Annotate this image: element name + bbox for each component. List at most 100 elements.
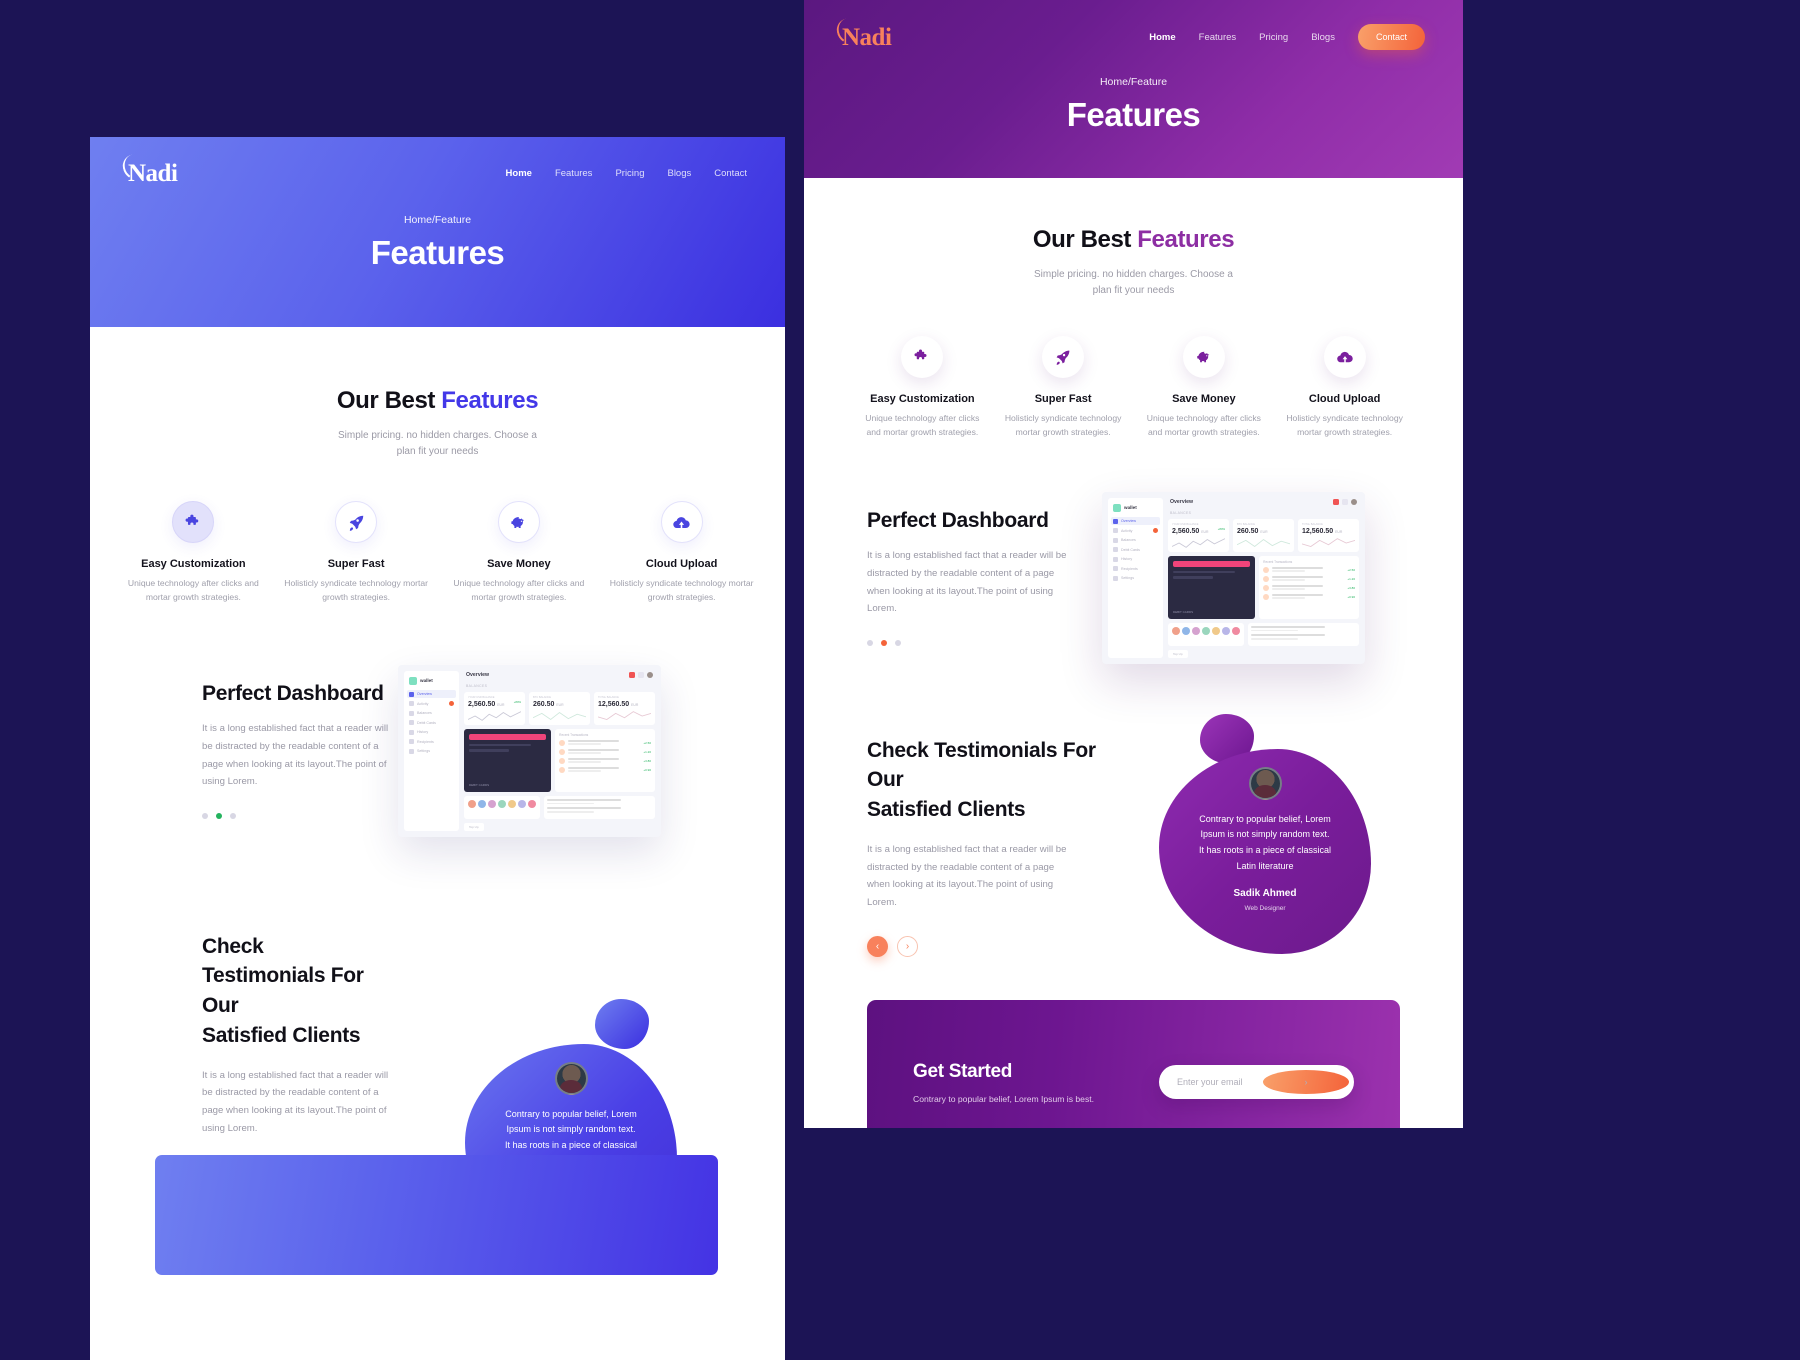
dashboard-mockup: wallet Overview Activity Balances Debit … — [398, 664, 661, 837]
balance-caption: BTC BALANCE — [533, 695, 552, 699]
testimonial-author: Sadik Ahmed — [1233, 887, 1297, 899]
avatar — [1263, 584, 1270, 591]
dashboard-section-blue: Perfect Dashboard It is a long establish… — [90, 605, 785, 837]
mockup-topbar: Overview — [1168, 498, 1359, 507]
features-heading-blue: Our Best Features Simple pricing. no hid… — [90, 327, 785, 459]
debit-cards-label: DEBIT CARDS — [469, 783, 490, 788]
nav-item-features[interactable]: Features — [555, 168, 593, 179]
nav-item-home[interactable]: Home — [1149, 32, 1175, 43]
mockup-nav-overview[interactable]: Overview — [1111, 517, 1160, 525]
testimonial-prev-button[interactable]: ‹ — [867, 935, 888, 957]
feature-card-save-money[interactable]: Save Money Unique technology after click… — [1134, 336, 1275, 440]
mockup-nav-recipients[interactable]: Recipients — [409, 739, 454, 744]
carousel-dot-active[interactable] — [216, 812, 222, 819]
mockup-nav-history[interactable]: History — [1113, 556, 1158, 562]
contact-button[interactable]: Contact — [1357, 24, 1425, 50]
feature-desc: Unique technology after clicks and morta… — [453, 578, 585, 602]
testimonial-title: Check Testimonials For Our Satisfied Cli… — [202, 934, 364, 1047]
feature-card-super-fast[interactable]: Super Fast Holisticly syndicate technolo… — [275, 501, 438, 605]
mockup-nav-history[interactable]: History — [409, 729, 454, 735]
page-title: Features — [1066, 96, 1201, 133]
balance-value: 12,560.50 EUR — [598, 700, 639, 708]
nav-links-blue: Home Features Pricing Blogs Contact — [506, 168, 747, 179]
feature-card-easy-customization[interactable]: Easy Customization Unique technology aft… — [112, 501, 275, 605]
testimonial-copy: Check Testimonials For Our Satisfied Cli… — [90, 932, 390, 1183]
mockup-footer: Top Up — [464, 822, 655, 831]
dashboard-mockup: wallet Overview Activity Balances Debit … — [1102, 491, 1365, 664]
transaction-row: +3.80 — [559, 757, 651, 764]
mockup-sidebar: wallet Overview Activity Balances Debit … — [404, 670, 459, 831]
dashboard-carousel-dots[interactable] — [202, 812, 390, 819]
wallet-logo-icon — [1113, 503, 1121, 512]
nav-item-blogs[interactable]: Blogs — [1311, 32, 1335, 43]
mockup-nav-overview[interactable]: Overview — [407, 690, 456, 698]
mockup-nav-balances[interactable]: Balances — [409, 710, 454, 716]
carousel-dot[interactable] — [867, 639, 873, 646]
feature-card-easy-customization[interactable]: Easy Customization Unique technology aft… — [852, 336, 993, 440]
bell-icon[interactable] — [638, 671, 644, 678]
dashboard-carousel-dots[interactable] — [867, 639, 1094, 646]
transaction-amount: +1.20 — [643, 749, 651, 754]
transaction-amount: +0.90 — [1347, 594, 1355, 599]
logo-blue[interactable]: Nadi — [120, 151, 178, 186]
top-up-button[interactable]: Top Up — [464, 822, 484, 831]
nav-item-pricing[interactable]: Pricing — [615, 168, 644, 179]
feature-card-super-fast[interactable]: Super Fast Holisticly syndicate technolo… — [993, 336, 1134, 440]
mockup-nav: Overview Activity Balances Debit Cards H… — [1111, 517, 1160, 581]
mockup-nav-settings[interactable]: Settings — [1113, 575, 1158, 581]
hero-center-blue: Home/Feature Features — [90, 214, 785, 272]
avatar — [1248, 766, 1282, 800]
avatar[interactable] — [1351, 498, 1357, 505]
card-stripe — [1173, 560, 1251, 567]
feature-desc: Unique technology after clicks and morta… — [865, 413, 980, 437]
transactions-title: Recent Transactions — [1263, 559, 1293, 564]
nav-item-contact[interactable]: Contact — [714, 168, 747, 179]
transaction-amount: +1.20 — [1347, 576, 1355, 581]
avatar — [488, 800, 496, 809]
piggy-bank-icon — [1182, 336, 1225, 378]
nav-item-pricing[interactable]: Pricing — [1259, 32, 1288, 43]
testimonial-blob-purple: Contrary to popular belief, Lorem Ipsum … — [1159, 748, 1371, 954]
bell-icon[interactable] — [1342, 498, 1348, 505]
arrow-right-icon[interactable]: › — [1263, 1070, 1349, 1094]
feature-card-cloud-upload[interactable]: Cloud Upload Holisticly syndicate techno… — [1274, 336, 1415, 440]
avatar[interactable] — [647, 671, 653, 678]
alert-icon[interactable] — [629, 671, 635, 678]
card-line — [1173, 576, 1214, 579]
nav-item-features[interactable]: Features — [1199, 32, 1237, 43]
carousel-dot[interactable] — [230, 812, 236, 819]
feature-card-cloud-upload[interactable]: Cloud Upload Holisticly syndicate techno… — [600, 501, 763, 605]
feature-desc: Holisticly syndicate technology mortar g… — [1004, 413, 1122, 437]
mockup-nav-recipients[interactable]: Recipients — [1113, 566, 1158, 571]
feature-desc: Holisticly syndicate technology mortar g… — [284, 578, 428, 602]
mockup-nav-balances[interactable]: Balances — [1113, 537, 1158, 543]
mockup-nav-debit-cards[interactable]: Debit Cards — [1113, 547, 1158, 552]
nav-item-home[interactable]: Home — [506, 168, 532, 179]
debit-card-panel: DEBIT CARDS — [464, 728, 552, 793]
dashboard-title: Perfect Dashboard — [867, 509, 1049, 533]
transaction-row: +3.80 — [1263, 584, 1355, 591]
cta-copy: Get Started Contrary to popular belief, … — [913, 1061, 1094, 1104]
carousel-dot[interactable] — [202, 812, 208, 819]
mockup-nav-activity[interactable]: Activity — [409, 701, 454, 706]
feature-desc: Unique technology after clicks and morta… — [1146, 413, 1261, 437]
email-subscribe-field[interactable]: Enter your email › — [1159, 1065, 1354, 1099]
card-stripe — [469, 733, 547, 740]
logo-purple[interactable]: Nadi — [834, 15, 892, 50]
mockup-balance-cards: YOUR USD BALANCE 2,560.50 EUR +80% BTC BA… — [464, 691, 655, 725]
mockup-nav-settings[interactable]: Settings — [409, 748, 454, 754]
carousel-dot-active[interactable] — [881, 639, 887, 646]
mockup-nav-debit-cards[interactable]: Debit Cards — [409, 720, 454, 725]
mockup-nav-activity[interactable]: Activity — [1113, 528, 1158, 533]
sparkline-chart — [468, 710, 521, 721]
carousel-dot[interactable] — [895, 639, 901, 646]
alert-icon[interactable] — [1333, 498, 1339, 505]
feature-title: Easy Customization — [141, 558, 246, 570]
feature-card-save-money[interactable]: Save Money Unique technology after click… — [438, 501, 601, 605]
top-up-button[interactable]: Top Up — [1168, 649, 1188, 658]
nav-item-blogs[interactable]: Blogs — [667, 168, 691, 179]
avatar — [559, 757, 566, 764]
testimonial-next-button[interactable]: › — [897, 935, 918, 957]
rocket-icon — [1042, 336, 1085, 378]
grid-icon — [409, 691, 414, 697]
